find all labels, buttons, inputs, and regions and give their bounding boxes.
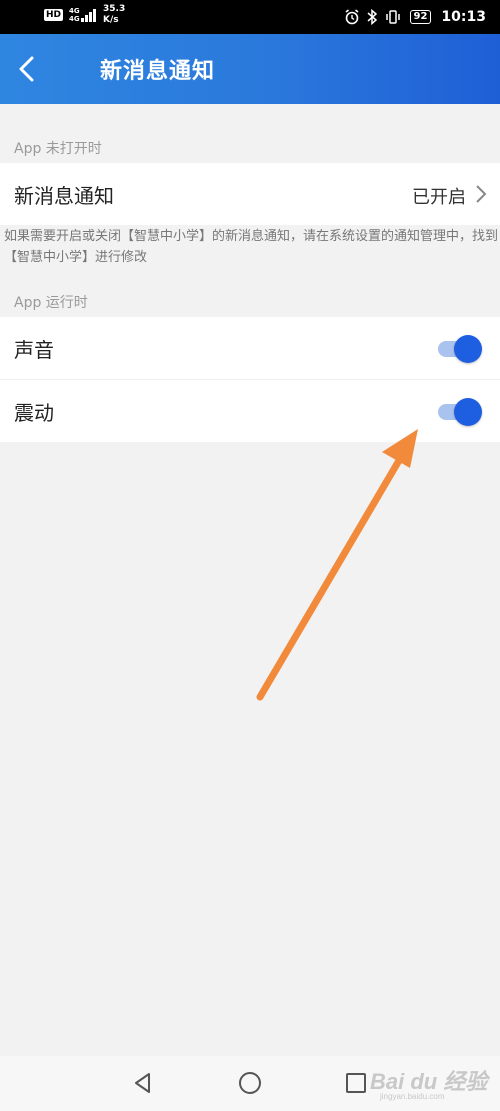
net-speed-value: 35.3: [103, 4, 126, 14]
nav-home-icon[interactable]: [235, 1068, 265, 1098]
page-title: 新消息通知: [100, 58, 216, 84]
row-label: 新消息通知: [14, 184, 114, 208]
vibration-toggle[interactable]: [436, 398, 482, 426]
status-right: 92 10:13: [338, 8, 486, 26]
net-speed: 35.3 K/s: [103, 4, 125, 26]
row-label: 震动: [14, 401, 54, 425]
signal-icon: [81, 8, 97, 22]
nav-back-icon[interactable]: [128, 1068, 158, 1098]
screen: HD 4G 4G 35.3 K/s 92 10:13 新消息通知 App 未打开…: [0, 0, 500, 1111]
toggle-knob: [454, 335, 482, 363]
app-bar: 新消息通知: [0, 34, 500, 104]
status-left: HD 4G 4G 35.3 K/s: [44, 4, 125, 26]
row-vibration: 震动: [0, 380, 500, 442]
vibrate-icon: [385, 10, 400, 24]
status-bar: HD 4G 4G 35.3 K/s 92 10:13: [0, 0, 500, 34]
net-speed-unit: K/s: [103, 15, 119, 25]
notification-status: 已开启: [412, 187, 466, 208]
watermark-subtext: jingyan.baidu.com: [380, 1092, 445, 1101]
section-header-app-running: App 运行时: [14, 295, 88, 311]
network-type: 4G 4G: [69, 7, 80, 23]
clock: 10:13: [441, 9, 486, 25]
bluetooth-icon: [367, 9, 377, 25]
sound-toggle[interactable]: [436, 335, 482, 363]
hd-badge: HD: [44, 9, 64, 21]
row-sound: 声音: [0, 317, 500, 379]
back-arrow-icon[interactable]: [12, 50, 48, 88]
baidu-watermark: Bai du 经验 jingyan.baidu.com: [362, 1054, 492, 1106]
row-label: 声音: [14, 338, 54, 362]
section-header-app-closed: App 未打开时: [14, 141, 102, 157]
battery-level: 92: [409, 10, 432, 24]
helper-text: 如果需要开启或关闭【智慧中小学】的新消息通知，请在系统设置的通知管理中，找到【智…: [4, 229, 499, 265]
row-new-message-notification[interactable]: 新消息通知 已开启: [0, 163, 500, 225]
chevron-right-icon: [476, 185, 487, 203]
toggle-knob: [454, 398, 482, 426]
alarm-icon: [345, 9, 358, 25]
